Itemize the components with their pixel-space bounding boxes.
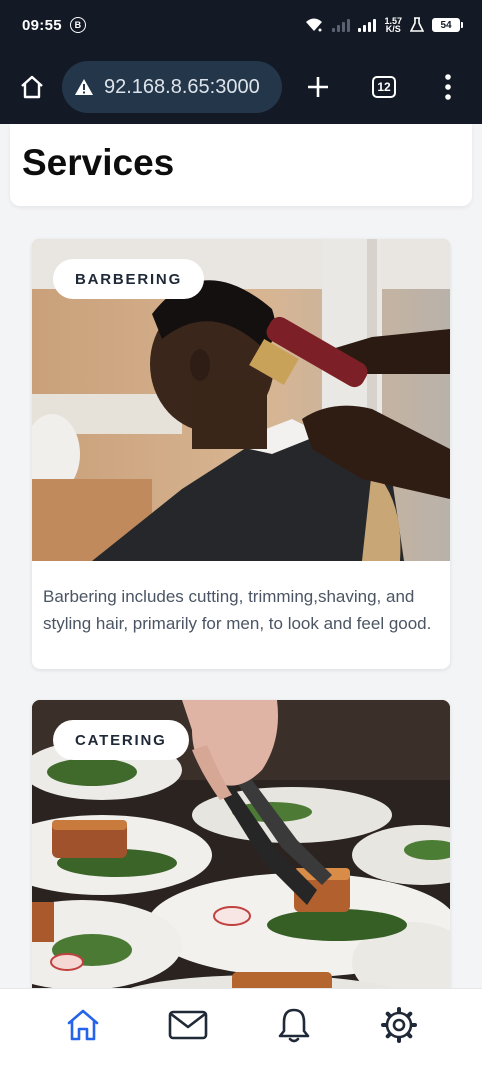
signal-icon-sim1 [332,18,351,32]
status-indicators: 1.57 K/S 54 [304,17,463,34]
tab-count: 12 [372,76,396,98]
service-image-barbering: BARBERING [32,239,450,561]
nav-home-button[interactable] [61,1003,105,1047]
more-vertical-icon [445,74,451,100]
nav-messages-button[interactable] [166,1003,210,1047]
wifi-icon [306,18,323,32]
notification-icon: B [69,17,86,33]
browser-home-button[interactable] [12,67,52,107]
bottom-navigation [0,988,482,1080]
signal-icon-sim2 [358,18,377,32]
plus-icon [308,77,328,97]
page-title: Services [22,142,175,183]
address-bar[interactable]: 92.168.8.65:3000 [62,61,282,113]
new-tab-button[interactable] [298,67,338,107]
service-image-catering: CATERING [32,700,450,988]
service-badge: BARBERING [53,259,205,299]
mail-icon [168,1010,208,1040]
page-content[interactable]: Services BARBERING Barbering includes cu… [0,124,482,988]
browser-toolbar: 92.168.8.65:3000 12 [0,50,482,124]
bell-icon [278,1008,310,1043]
service-badge: CATERING [53,720,189,760]
service-description: Barbering includes cutting, trimming,sha… [43,587,432,633]
browser-menu-button[interactable] [428,67,468,107]
home-icon [67,1009,99,1041]
url-text: 92.168.8.65:3000 [104,75,260,98]
net-speed-unit: K/S [385,24,401,34]
settings-icon [381,1007,418,1043]
battery-indicator: 54 [432,18,463,32]
warning-icon [75,79,93,95]
home-icon [21,75,43,99]
net-speed: 1.57 K/S [384,17,402,34]
flask-icon [410,17,424,32]
tab-switcher-button[interactable]: 12 [364,67,404,107]
status-bar: 09:55 B 1.57 K/S 54 [0,0,482,50]
nav-notifications-button[interactable] [272,1003,316,1047]
status-time: 09:55 [22,16,62,34]
nav-settings-button[interactable] [377,1003,421,1047]
service-card-catering[interactable]: CATERING [32,700,450,988]
service-card-barbering[interactable]: BARBERING Barbering includes cutting, tr… [32,239,450,669]
page-header: Services [10,124,472,206]
